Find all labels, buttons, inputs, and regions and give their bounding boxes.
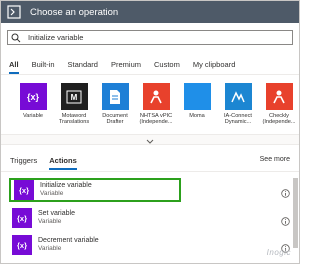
action-connector: Variable — [38, 245, 62, 252]
connector-label: Motaword Translations — [58, 113, 90, 126]
connector-motaword[interactable]: M Motaword Translations — [57, 83, 91, 131]
watermark: Inogic — [266, 248, 291, 257]
connector-nhtsa[interactable]: NHTSA vPIC (Independe... — [139, 83, 173, 131]
action-connector: Variable — [40, 190, 64, 197]
tab-triggers[interactable]: Triggers — [10, 156, 37, 168]
action-name: Initialize variable — [40, 182, 92, 189]
filter-custom[interactable]: Custom — [154, 60, 180, 71]
connector-variable[interactable]: {x} Variable — [16, 83, 50, 131]
panel-header: Choose an operation — [1, 1, 299, 23]
variable-icon: {x} — [12, 235, 32, 255]
moma-icon — [183, 83, 211, 110]
chevron-down-icon — [146, 131, 154, 149]
scrollbar[interactable] — [293, 178, 298, 248]
connector-moma[interactable]: Moma — [180, 83, 214, 131]
connector-label: Checkly (Independe... — [262, 113, 296, 126]
connector-checkly[interactable]: Checkly (Independe... — [262, 83, 296, 131]
connector-tiles: {x} Variable M Motaword Translations Doc… — [16, 83, 295, 131]
action-connector: Variable — [38, 218, 62, 225]
action-tabs: Triggers Actions — [10, 156, 89, 170]
motaword-icon: M — [60, 83, 88, 110]
filter-all[interactable]: All — [9, 60, 19, 74]
action-name: Decrement variable — [38, 237, 99, 244]
filter-premium[interactable]: Premium — [111, 60, 141, 71]
connector-ia-connect[interactable]: IA-Connect Dynamic... — [221, 83, 255, 131]
search-icon — [11, 31, 25, 44]
ia-connect-icon — [224, 83, 252, 110]
connector-label: Document Drafter — [102, 113, 128, 126]
filter-standard[interactable]: Standard — [68, 60, 98, 71]
search-box[interactable] — [7, 30, 293, 45]
action-initialize-variable[interactable]: {x} Initialize variable Variable — [9, 178, 181, 202]
operation-icon — [6, 4, 22, 20]
action-set-variable[interactable]: {x} Set variable Variable — [9, 206, 291, 230]
variable-icon: {x} — [14, 180, 34, 200]
connector-document-drafter[interactable]: Document Drafter — [98, 83, 132, 131]
connector-label: IA-Connect Dynamic... — [224, 113, 252, 126]
document-icon — [101, 83, 129, 110]
panel-title: Choose an operation — [30, 6, 119, 18]
action-decrement-variable[interactable]: {x} Decrement variable Variable — [9, 233, 291, 257]
person-icon — [142, 83, 170, 110]
filter-my-clipboard[interactable]: My clipboard — [193, 60, 236, 71]
connector-label: Moma — [189, 113, 205, 119]
filter-tabs: All Built-in Standard Premium Custom My … — [9, 57, 248, 74]
see-more-link[interactable]: See more — [260, 156, 290, 163]
action-name: Set variable — [38, 210, 75, 217]
tab-actions[interactable]: Actions — [49, 156, 77, 170]
divider — [1, 74, 299, 75]
variable-icon: {x} — [12, 208, 32, 228]
connector-label: Variable — [22, 113, 44, 119]
operation-panel: Choose an operation All Built-in Standar… — [0, 0, 300, 264]
svg-text:M: M — [71, 93, 78, 102]
collapse-toggle[interactable] — [1, 134, 299, 145]
person-icon — [265, 83, 293, 110]
connector-label: NHTSA vPIC (Independe... — [139, 113, 173, 126]
variable-icon: {x} — [19, 83, 47, 110]
search-input[interactable] — [25, 31, 271, 44]
divider — [1, 171, 299, 172]
filter-built-in[interactable]: Built-in — [32, 60, 55, 71]
info-icon[interactable] — [281, 213, 290, 231]
info-icon[interactable] — [281, 185, 290, 203]
